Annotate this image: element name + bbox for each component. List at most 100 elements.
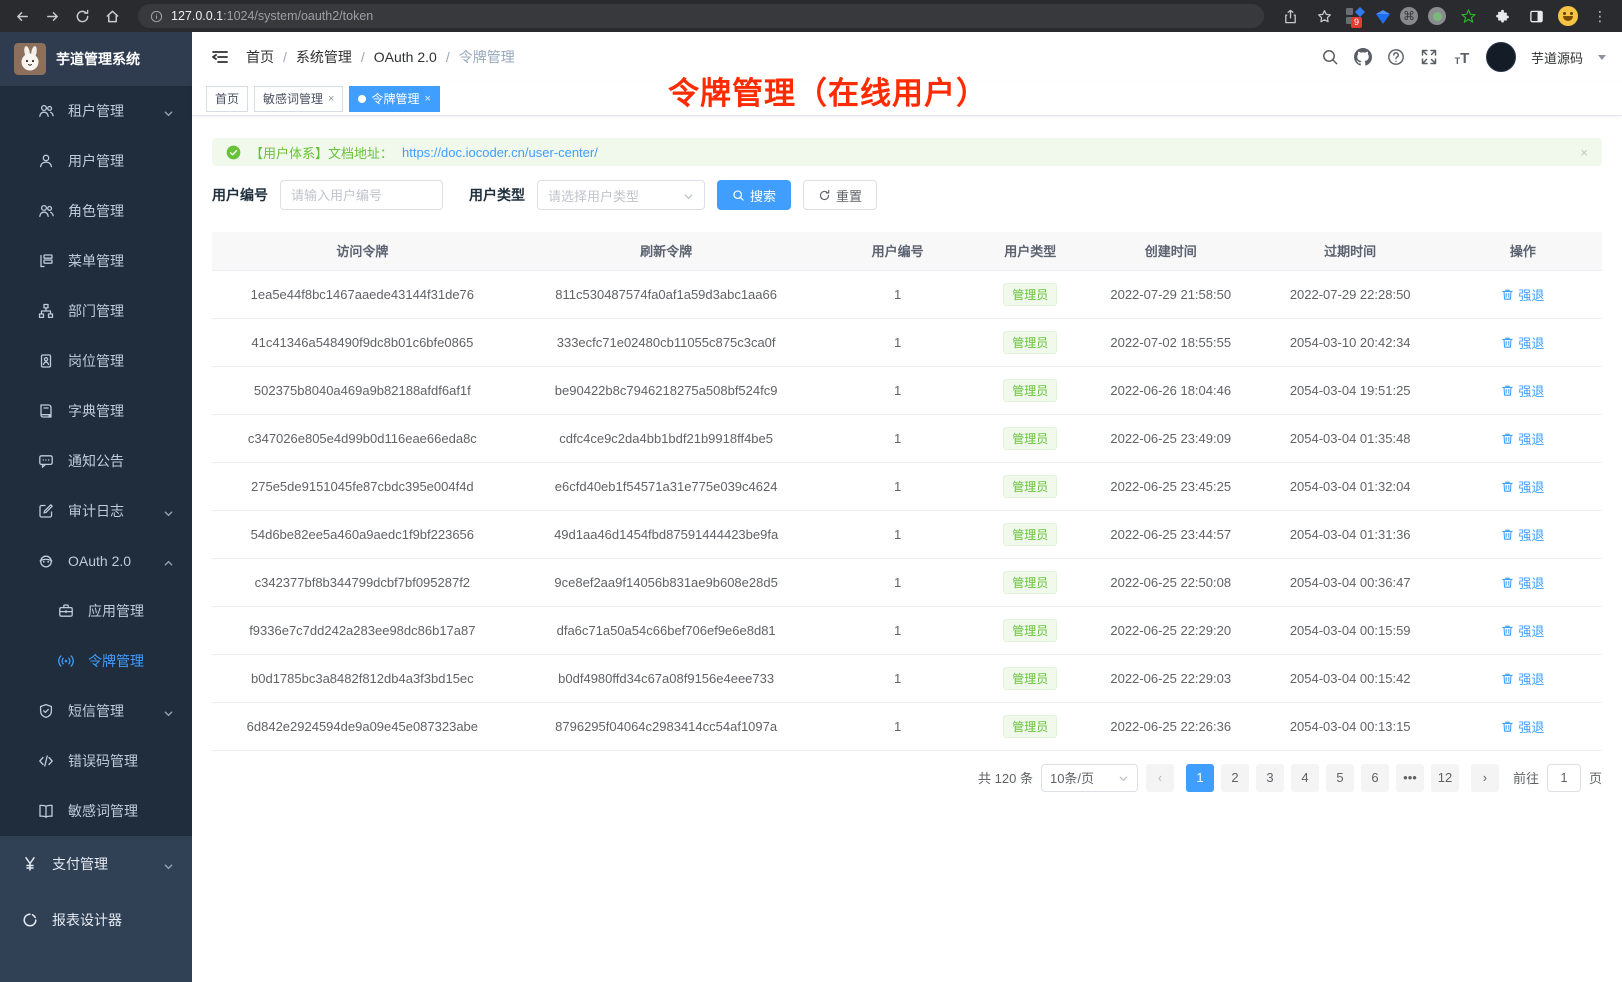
- page-button[interactable]: 5: [1326, 764, 1354, 792]
- force-logout-button[interactable]: 强退: [1501, 381, 1544, 400]
- sidebar-item-report[interactable]: 报表设计器: [0, 892, 192, 948]
- sidebar-item-menu[interactable]: 菜单管理: [0, 236, 192, 286]
- sidebar-item-role[interactable]: 角色管理: [0, 186, 192, 236]
- next-page-button[interactable]: ›: [1471, 764, 1499, 792]
- page-button[interactable]: •••: [1396, 764, 1424, 792]
- cell-user-type: 管理员: [976, 558, 1085, 606]
- sidebar-item-post[interactable]: 岗位管理: [0, 336, 192, 386]
- force-logout-button[interactable]: 强退: [1501, 717, 1544, 736]
- pagination: 共 120 条 10条/页 ‹ 1 2 3: [212, 764, 1602, 792]
- sidebar-item-label: 岗位管理: [68, 351, 124, 371]
- force-logout-button[interactable]: 强退: [1501, 669, 1544, 688]
- app-title: 芋道管理系统: [56, 49, 140, 69]
- page-size-select[interactable]: 10条/页: [1041, 764, 1138, 792]
- force-logout-button[interactable]: 强退: [1501, 525, 1544, 544]
- browser-profile-avatar[interactable]: [1558, 6, 1578, 26]
- home-icon[interactable]: [100, 4, 124, 28]
- sidebar-item-oauth-app[interactable]: 应用管理: [0, 586, 192, 636]
- cell-refresh-token: 333ecfc71e02480cb11055c875c3ca0f: [513, 318, 820, 366]
- sidebar-item-dept[interactable]: 部门管理: [0, 286, 192, 336]
- force-logout-button[interactable]: 强退: [1501, 621, 1544, 640]
- puzzle-extensions-icon[interactable]: [1490, 4, 1514, 28]
- tab-token-management[interactable]: 令牌管理×: [349, 86, 439, 112]
- user-type-badge: 管理员: [1003, 715, 1057, 738]
- browser-menu-icon[interactable]: ⋮: [1588, 4, 1612, 28]
- force-logout-button[interactable]: 强退: [1501, 573, 1544, 592]
- dict-icon: [38, 403, 54, 419]
- close-icon[interactable]: ×: [424, 93, 430, 105]
- font-size-icon[interactable]: TT: [1453, 48, 1471, 66]
- cell-access-token: 54d6be82ee5a460a9aedc1f9bf223656: [212, 510, 513, 558]
- force-logout-button[interactable]: 强退: [1501, 477, 1544, 496]
- sidebar-item-sms[interactable]: 短信管理: [0, 686, 192, 736]
- bookmark-star-icon[interactable]: [1312, 4, 1336, 28]
- sidebar-item-oauth-token[interactable]: 令牌管理: [0, 636, 192, 686]
- cell-user-type: 管理员: [976, 654, 1085, 702]
- page-button[interactable]: 3: [1256, 764, 1284, 792]
- logo-rabbit-image: [14, 43, 46, 75]
- close-icon[interactable]: ×: [328, 93, 334, 105]
- app-logo[interactable]: 芋道管理系统: [0, 32, 192, 86]
- cell-expires: 2054-03-04 00:15:42: [1257, 654, 1444, 702]
- screen: 127.0.0.1:1024/system/oauth2/token 9 ⌘ ⋮: [0, 0, 1622, 982]
- star-extension-icon[interactable]: [1456, 4, 1480, 28]
- cell-user-id: 1: [820, 702, 976, 750]
- sidebar-item-tenant[interactable]: 租户管理: [0, 86, 192, 136]
- sidebar-item-label: 租户管理: [68, 101, 124, 121]
- sidebar-item-dict[interactable]: 字典管理: [0, 386, 192, 436]
- sidebar-item-user[interactable]: 用户管理: [0, 136, 192, 186]
- command-extension-icon[interactable]: ⌘: [1400, 7, 1418, 25]
- recorder-extension-icon[interactable]: [1428, 7, 1446, 25]
- sidebar-item-errcode[interactable]: 错误码管理: [0, 736, 192, 786]
- reset-button[interactable]: 重置: [803, 180, 877, 210]
- side-panel-icon[interactable]: [1524, 4, 1548, 28]
- forward-icon[interactable]: [40, 4, 64, 28]
- sidebar-item-label: 短信管理: [68, 701, 124, 721]
- search-icon[interactable]: [1321, 48, 1339, 66]
- url-bar[interactable]: 127.0.0.1:1024/system/oauth2/token: [138, 4, 1264, 28]
- page-button[interactable]: 12: [1431, 764, 1459, 792]
- user-menu-caret-icon[interactable]: [1598, 55, 1606, 60]
- collapse-sidebar-icon[interactable]: [210, 47, 230, 67]
- extension-icon[interactable]: 9: [1346, 6, 1366, 26]
- tab-home[interactable]: 首页: [206, 86, 248, 112]
- sidebar-item-audit[interactable]: 审计日志: [0, 486, 192, 536]
- user-avatar[interactable]: [1486, 42, 1516, 72]
- cell-expires: 2054-03-04 00:13:15: [1257, 702, 1444, 750]
- tab-sensitive-words[interactable]: 敏感词管理×: [254, 86, 343, 112]
- breadcrumb-home[interactable]: 首页: [246, 47, 274, 67]
- app-icon: [58, 603, 74, 619]
- help-icon[interactable]: [1387, 48, 1405, 66]
- reload-icon[interactable]: [70, 4, 94, 28]
- sidebar-item-notice[interactable]: 通知公告: [0, 436, 192, 486]
- user-type-select[interactable]: 请选择用户类型: [537, 180, 705, 210]
- force-logout-button[interactable]: 强退: [1501, 285, 1544, 304]
- user-id-input[interactable]: [280, 180, 443, 210]
- cell-actions: 强退: [1444, 462, 1602, 510]
- page-button[interactable]: 1: [1186, 764, 1214, 792]
- sidebar-item-oauth[interactable]: OAuth 2.0: [0, 536, 192, 586]
- gem-extension-icon[interactable]: [1376, 11, 1390, 21]
- breadcrumb-oauth[interactable]: OAuth 2.0: [374, 49, 437, 65]
- cell-user-type: 管理员: [976, 606, 1085, 654]
- force-logout-button[interactable]: 强退: [1501, 333, 1544, 352]
- page-button[interactable]: 6: [1361, 764, 1389, 792]
- force-logout-button[interactable]: 强退: [1501, 429, 1544, 448]
- alert-close-icon[interactable]: ×: [1580, 145, 1588, 160]
- sidebar-item-pay[interactable]: 支付管理: [0, 836, 192, 892]
- page-button[interactable]: 4: [1291, 764, 1319, 792]
- goto-page-input[interactable]: [1547, 764, 1581, 792]
- goto-suffix: 页: [1589, 768, 1602, 787]
- prev-page-button[interactable]: ‹: [1146, 764, 1174, 792]
- breadcrumb-system[interactable]: 系统管理: [296, 47, 352, 67]
- page-button[interactable]: 2: [1221, 764, 1249, 792]
- github-icon[interactable]: [1354, 48, 1372, 66]
- search-button[interactable]: 搜索: [717, 180, 791, 210]
- fullscreen-icon[interactable]: [1420, 48, 1438, 66]
- doc-link[interactable]: https://doc.iocoder.cn/user-center/: [402, 145, 598, 160]
- user-type-label: 用户类型: [469, 185, 525, 205]
- share-icon[interactable]: [1278, 4, 1302, 28]
- col-expires: 过期时间: [1257, 232, 1444, 270]
- sidebar-item-sensitive[interactable]: 敏感词管理: [0, 786, 192, 836]
- back-icon[interactable]: [10, 4, 34, 28]
